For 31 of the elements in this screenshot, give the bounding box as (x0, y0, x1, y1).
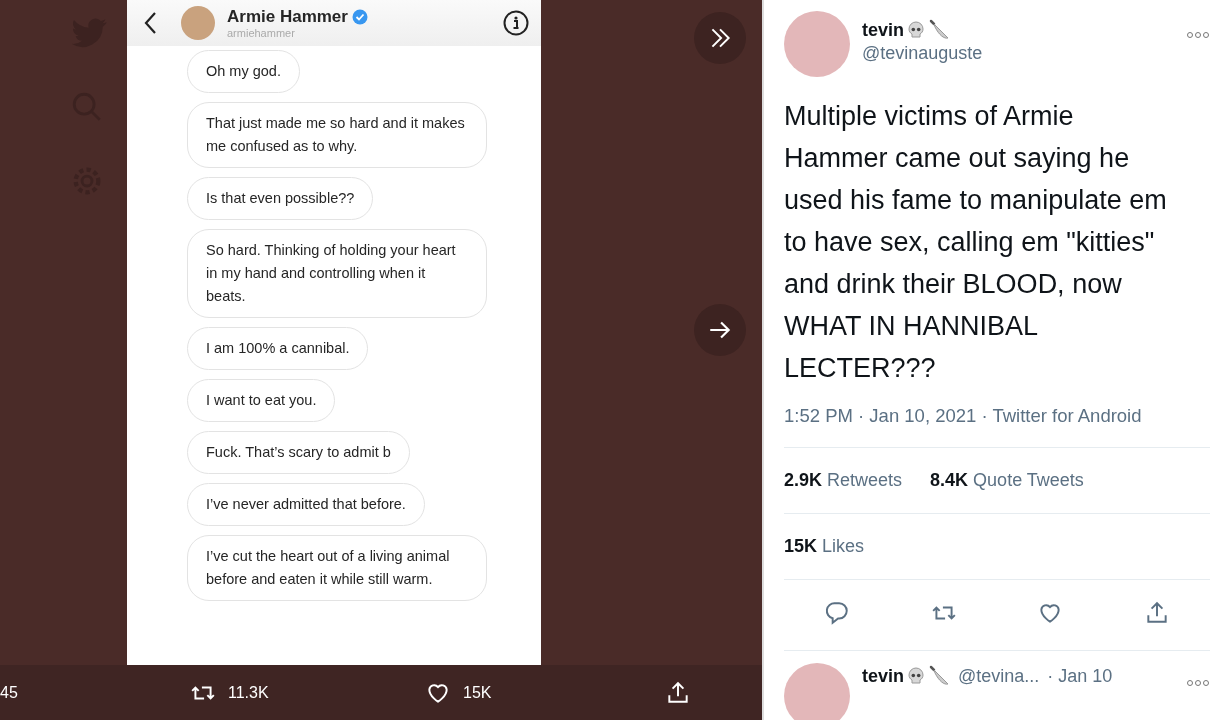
skull-icon (906, 20, 926, 40)
knife-icon (928, 665, 950, 687)
back-chevron-icon[interactable] (143, 11, 157, 35)
contact-name: Armie Hammer (227, 7, 348, 27)
message-bubble: I’ve cut the heart out of a living animal before and eaten it while still warm. (187, 535, 487, 601)
stat-link[interactable]: 15K Likes (784, 536, 865, 557)
stat-link[interactable]: 2.9K Retweets (784, 470, 903, 491)
tweet-date: · Jan 10 (1047, 665, 1113, 687)
share-icon[interactable] (665, 679, 691, 706)
display-name[interactable]: tevin (862, 19, 904, 41)
stat-link[interactable]: 8.4K Quote Tweets (930, 470, 1084, 491)
contact-handle: armiehammer (227, 27, 296, 39)
action-count: 45 (0, 683, 18, 702)
display-name[interactable]: tevin (862, 665, 904, 687)
action-count: 15K (463, 683, 492, 702)
arrow-button[interactable] (694, 304, 746, 356)
user-handle[interactable]: @tevinauguste (862, 43, 1174, 64)
more-icon[interactable] (1186, 31, 1210, 39)
skull-icon (906, 666, 926, 686)
next-button[interactable] (694, 12, 746, 64)
knife-icon (928, 19, 950, 41)
tweet-timestamp: 1:52 PM · Jan 10, 2021 · Twitter for Android (784, 405, 1142, 426)
avatar (181, 6, 215, 40)
message-bubble: So hard. Thinking of holding your heart in my hand and controlling when it beats. (187, 229, 487, 318)
info-icon[interactable] (503, 10, 529, 36)
message-bubble: That just made me so hard and it makes me confused as to why. (187, 102, 487, 168)
user-handle[interactable]: @tevina... (958, 665, 1040, 687)
action-count: 11.3K (228, 683, 269, 702)
reply-icon[interactable] (824, 600, 851, 626)
tweet-text: Multiple victims of Armie Hammer came out saying he used his fame to manipulate em to have sex, calling em "kitties" and drink their BLOOD, now WHAT IN HANNIBAL LECTER??? (784, 100, 1168, 385)
more-icon[interactable] (1186, 679, 1210, 687)
